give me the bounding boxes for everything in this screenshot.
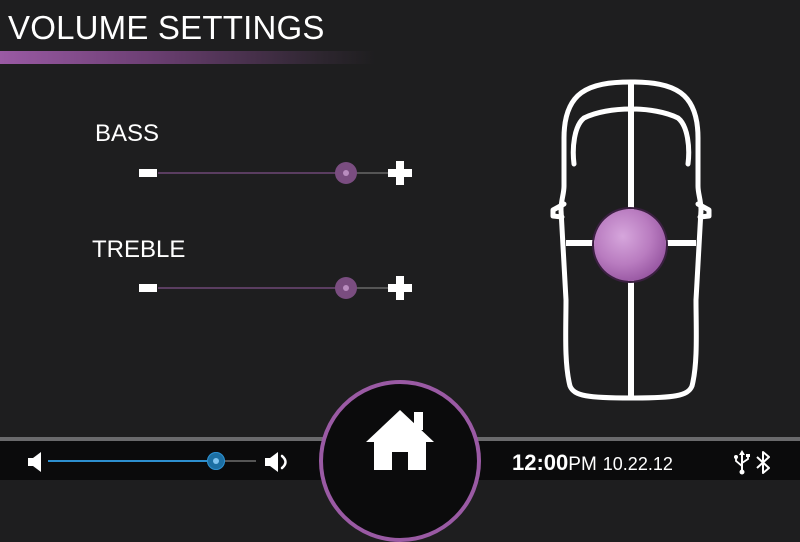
fader-balance-handle[interactable] xyxy=(594,209,666,281)
bass-decrease-button[interactable] xyxy=(139,167,157,179)
status-icons xyxy=(734,450,770,475)
treble-decrease-button[interactable] xyxy=(139,282,157,294)
bass-increase-button[interactable] xyxy=(388,161,412,185)
treble-label: TREBLE xyxy=(92,236,186,263)
bass-label: BASS xyxy=(95,120,160,147)
treble-slider-thumb[interactable] xyxy=(335,277,357,299)
bass-slider-track-filled[interactable] xyxy=(158,172,346,174)
minus-icon xyxy=(139,284,157,292)
usb-icon xyxy=(734,450,750,475)
volume-slider-thumb[interactable] xyxy=(207,452,225,470)
volume-up-icon[interactable] xyxy=(263,450,293,474)
clock-time: 12:00 xyxy=(512,450,569,475)
title-accent-bar xyxy=(0,51,375,64)
treble-slider-track-filled[interactable] xyxy=(158,287,346,289)
clock-ampm: PM xyxy=(568,454,597,475)
home-icon[interactable] xyxy=(364,408,436,472)
minus-icon xyxy=(139,169,157,177)
treble-increase-button[interactable] xyxy=(388,276,412,300)
date-display: 10.22.12 xyxy=(602,454,673,474)
volume-slider-track-filled[interactable] xyxy=(48,460,216,462)
volume-down-icon[interactable] xyxy=(26,450,44,474)
bass-slider-thumb[interactable] xyxy=(335,162,357,184)
page-title: VOLUME SETTINGS xyxy=(8,9,325,46)
bluetooth-icon xyxy=(756,451,770,474)
clock-display: 12:00PM 10.22.12 xyxy=(512,451,673,477)
